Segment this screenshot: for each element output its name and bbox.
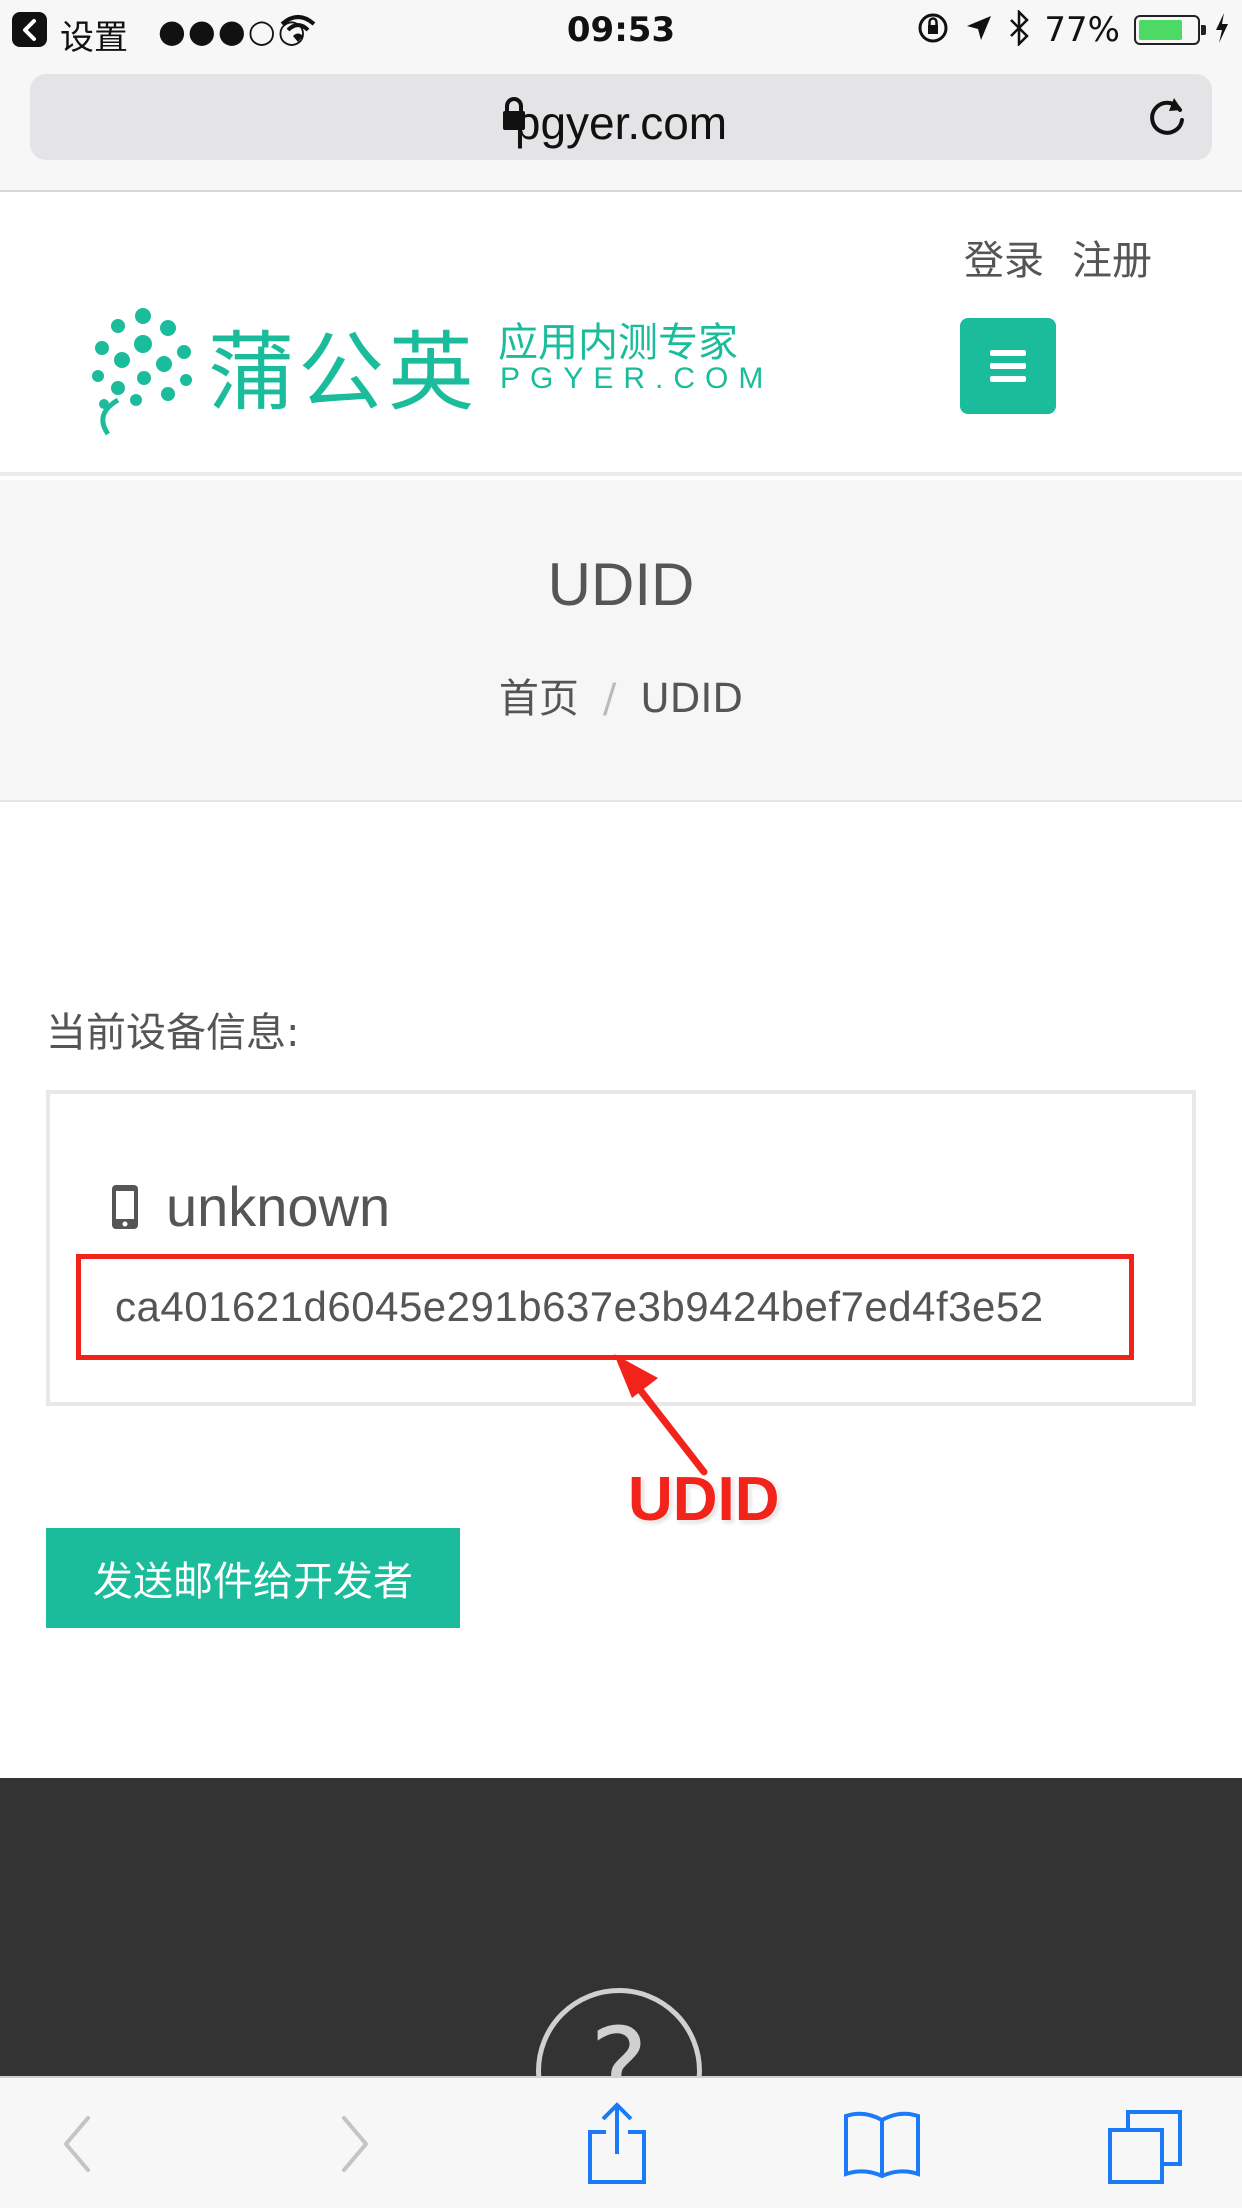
send-email-to-developer-button[interactable]: 发送邮件给开发者 (46, 1528, 460, 1628)
reload-icon[interactable] (1144, 92, 1190, 144)
charging-icon (1214, 12, 1230, 48)
annotation-arrow-icon (614, 1354, 708, 1476)
device-name-row: unknown (110, 1174, 390, 1239)
orientation-lock-icon (916, 11, 950, 49)
tabs-icon[interactable] (1106, 2108, 1186, 2192)
device-info-label: 当前设备信息: (46, 1010, 300, 1056)
register-link[interactable]: 注册 (1072, 228, 1152, 286)
forward-icon[interactable] (334, 2112, 374, 2180)
site-header: 登录 注册 蒲公英 应用内测专家 PGYER.COM (0, 194, 1242, 476)
breadcrumb-current: UDID (640, 676, 744, 722)
page-title-band: UDID 首页 / UDID (0, 480, 1242, 802)
hamburger-icon (990, 350, 1026, 356)
browser-chrome: pgyer.com (0, 60, 1242, 192)
breadcrumb-home[interactable]: 首页 (499, 676, 579, 722)
battery-percent: 77% (1044, 10, 1120, 50)
site-footer: ? (0, 1778, 1242, 2154)
hamburger-menu-button[interactable] (960, 318, 1056, 414)
bookmarks-icon[interactable] (842, 2108, 922, 2182)
udid-value[interactable]: ca401621d6045e291b637e3b9424bef7ed4f3e52 (115, 1283, 1044, 1331)
device-name: unknown (166, 1175, 391, 1238)
bluetooth-icon (1008, 8, 1030, 50)
logo-domain: PGYER.COM (500, 362, 774, 395)
page-title: UDID (547, 551, 695, 618)
address-bar[interactable]: pgyer.com (30, 74, 1212, 160)
login-link[interactable]: 登录 (964, 228, 1044, 286)
battery-icon (1134, 15, 1206, 45)
back-icon[interactable] (58, 2112, 98, 2180)
logo-tagline: 应用内测专家 (498, 320, 738, 366)
dandelion-logo-icon (92, 308, 192, 436)
share-icon[interactable] (584, 2102, 650, 2190)
logo-name: 蒲公英 (208, 323, 478, 423)
mobile-phone-icon (112, 1184, 138, 1229)
udid-annotation-label: UDID (628, 1465, 780, 1534)
breadcrumb-separator: / (602, 676, 617, 722)
location-icon (964, 13, 994, 47)
breadcrumb: 首页 / UDID (0, 666, 1242, 724)
browser-toolbar (0, 2076, 1242, 2208)
url-text: pgyer.com (514, 97, 728, 149)
status-bar: 设置 ●●●○○ 09:53 77% (0, 0, 1242, 60)
